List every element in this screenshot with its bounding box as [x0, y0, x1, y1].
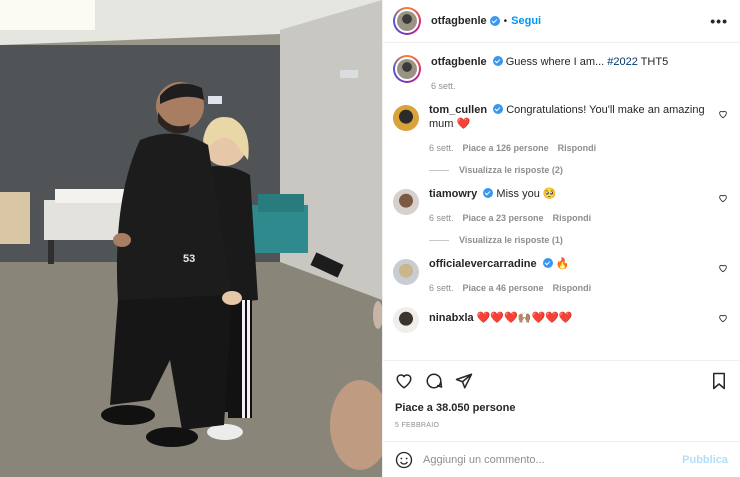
verified-badge-icon: [542, 258, 553, 268]
author-avatar[interactable]: [393, 7, 421, 35]
comment-text: Miss you 🥺: [496, 188, 557, 200]
caption-text-after: THT5: [637, 56, 669, 68]
comment-body: tom_cullen Congratulations! You'll make …: [429, 103, 728, 155]
commenter-username[interactable]: ninabxla: [429, 312, 474, 324]
heart-icon[interactable]: [718, 109, 728, 119]
reply-button[interactable]: Rispondi: [558, 141, 597, 155]
verified-badge-icon: [483, 188, 494, 198]
caption: otfagbenle Guess where I am... #2022 THT…: [393, 55, 728, 93]
header-separator: •: [503, 15, 508, 27]
heart-icon[interactable]: [395, 372, 413, 390]
commenter-username[interactable]: tom_cullen: [429, 104, 487, 116]
publish-button[interactable]: Pubblica: [682, 454, 728, 466]
comment-likes[interactable]: Piace a 46 persone: [463, 281, 544, 295]
emoji-icon[interactable]: [395, 451, 413, 469]
comment-input[interactable]: [423, 453, 683, 466]
comment-text: ❤️❤️❤️🙌🏽❤️❤️❤️: [476, 312, 573, 324]
author-username[interactable]: otfagbenle: [431, 15, 487, 27]
caption-body: otfagbenle Guess where I am... #2022 THT…: [431, 55, 728, 93]
comment-item: tiamowry Miss you 🥺 6 sett. Piace a 23 p…: [393, 187, 728, 225]
post-side-panel: otfagbenle • Segui ••• otfagbenle Guess …: [382, 0, 740, 477]
comment-body: tiamowry Miss you 🥺 6 sett. Piace a 23 p…: [429, 187, 728, 225]
reply-button[interactable]: Rispondi: [553, 211, 592, 225]
post-photo-image: 53: [0, 0, 382, 477]
comment-time[interactable]: 6 sett.: [429, 141, 454, 155]
comment-body: officialevercarradine 🔥 6 sett. Piace a …: [429, 257, 728, 295]
caption-meta: 6 sett.: [431, 79, 712, 93]
caption-hashtag[interactable]: #2022: [607, 56, 638, 68]
caption-text: Guess where I am...: [505, 56, 608, 68]
comments-section: otfagbenle Guess where I am... #2022 THT…: [383, 43, 740, 360]
post-viewer: 53 otfagbenle • Segui ••• otfagbenle Gue…: [0, 0, 740, 477]
comment-meta: 6 sett. Piace a 46 persone Rispondi: [429, 281, 712, 295]
heart-icon[interactable]: [718, 263, 728, 273]
caption-avatar[interactable]: [393, 55, 421, 83]
verified-badge-icon: [492, 56, 503, 66]
commenter-username[interactable]: tiamowry: [429, 188, 477, 200]
caption-username[interactable]: otfagbenle: [431, 56, 487, 68]
post-photo[interactable]: 53: [0, 0, 382, 477]
comment-time[interactable]: 6 sett.: [429, 281, 454, 295]
bookmark-icon[interactable]: [710, 372, 728, 390]
commenter-avatar[interactable]: [393, 307, 419, 333]
comment-item: tom_cullen Congratulations! You'll make …: [393, 103, 728, 155]
comment-likes[interactable]: Piace a 126 persone: [463, 141, 549, 155]
verified-badge-icon: [489, 16, 500, 26]
comment-bar: Pubblica: [383, 441, 740, 477]
comment-icon[interactable]: [425, 372, 443, 390]
commenter-avatar[interactable]: [393, 259, 419, 285]
commenter-avatar[interactable]: [393, 105, 419, 131]
comment-text: 🔥: [555, 258, 570, 270]
svg-text:53: 53: [183, 253, 195, 265]
share-icon[interactable]: [455, 372, 473, 390]
commenter-avatar[interactable]: [393, 189, 419, 215]
reply-button[interactable]: Rispondi: [553, 281, 592, 295]
comment-likes[interactable]: Piace a 23 persone: [463, 211, 544, 225]
view-replies-button[interactable]: Visualizza le risposte (2): [429, 165, 728, 175]
comment-time[interactable]: 6 sett.: [429, 211, 454, 225]
comment-item: officialevercarradine 🔥 6 sett. Piace a …: [393, 257, 728, 295]
comment-item: ninabxla ❤️❤️❤️🙌🏽❤️❤️❤️: [393, 305, 728, 333]
post-date[interactable]: 5 FEBBRAIO: [383, 414, 740, 441]
heart-icon[interactable]: [718, 313, 728, 323]
follow-button[interactable]: Segui: [511, 15, 541, 27]
commenter-username[interactable]: officialevercarradine: [429, 258, 537, 270]
comment-meta: 6 sett. Piace a 126 persone Rispondi: [429, 141, 712, 155]
post-likes[interactable]: Piace a 38.050 persone: [383, 400, 740, 414]
view-replies-button[interactable]: Visualizza le risposte (1): [429, 235, 728, 245]
post-header: otfagbenle • Segui •••: [383, 0, 740, 43]
post-actions: [383, 360, 740, 400]
verified-badge-icon: [493, 104, 504, 114]
caption-time[interactable]: 6 sett.: [431, 79, 456, 93]
comment-body: ninabxla ❤️❤️❤️🙌🏽❤️❤️❤️: [429, 305, 728, 325]
comment-meta: 6 sett. Piace a 23 persone Rispondi: [429, 211, 712, 225]
more-icon[interactable]: •••: [710, 13, 728, 29]
heart-icon[interactable]: [718, 193, 728, 203]
